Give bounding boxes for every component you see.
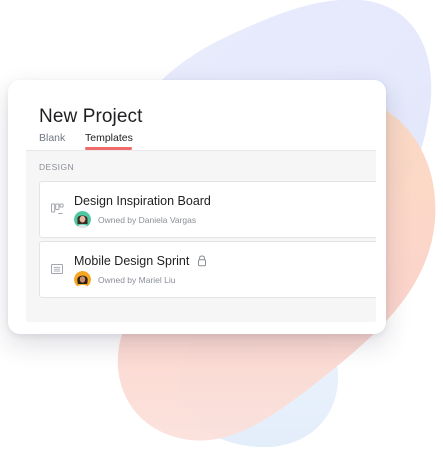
- tab-blank[interactable]: Blank: [39, 132, 65, 144]
- avatar: [74, 271, 91, 288]
- active-tab-indicator: [85, 147, 132, 150]
- template-owner: Owned by Mariel Liu: [98, 275, 176, 285]
- list-icon: [51, 264, 63, 274]
- template-name: Design Inspiration Board: [74, 194, 211, 208]
- template-card-mobile-design-sprint[interactable]: Mobile Design Sprint Owned by Mariel Liu: [39, 241, 376, 298]
- template-owner: Owned by Daniela Vargas: [98, 215, 197, 225]
- marketing-stage: New Project Blank Templates DESIGN Desig…: [0, 0, 443, 449]
- tab-templates[interactable]: Templates: [85, 132, 133, 144]
- avatar: [74, 211, 91, 228]
- panel-header: New Project Blank Templates: [26, 94, 376, 151]
- board-icon: [51, 203, 64, 214]
- new-project-panel: New Project Blank Templates DESIGN Desig…: [26, 94, 376, 322]
- new-project-card: New Project Blank Templates DESIGN Desig…: [8, 80, 386, 334]
- section-label: DESIGN: [39, 162, 74, 172]
- page-title: New Project: [39, 106, 143, 127]
- template-name: Mobile Design Sprint: [74, 254, 190, 268]
- template-card-design-inspiration-board[interactable]: Design Inspiration Board Owned by Daniel…: [39, 181, 376, 238]
- lock-icon: [198, 255, 206, 267]
